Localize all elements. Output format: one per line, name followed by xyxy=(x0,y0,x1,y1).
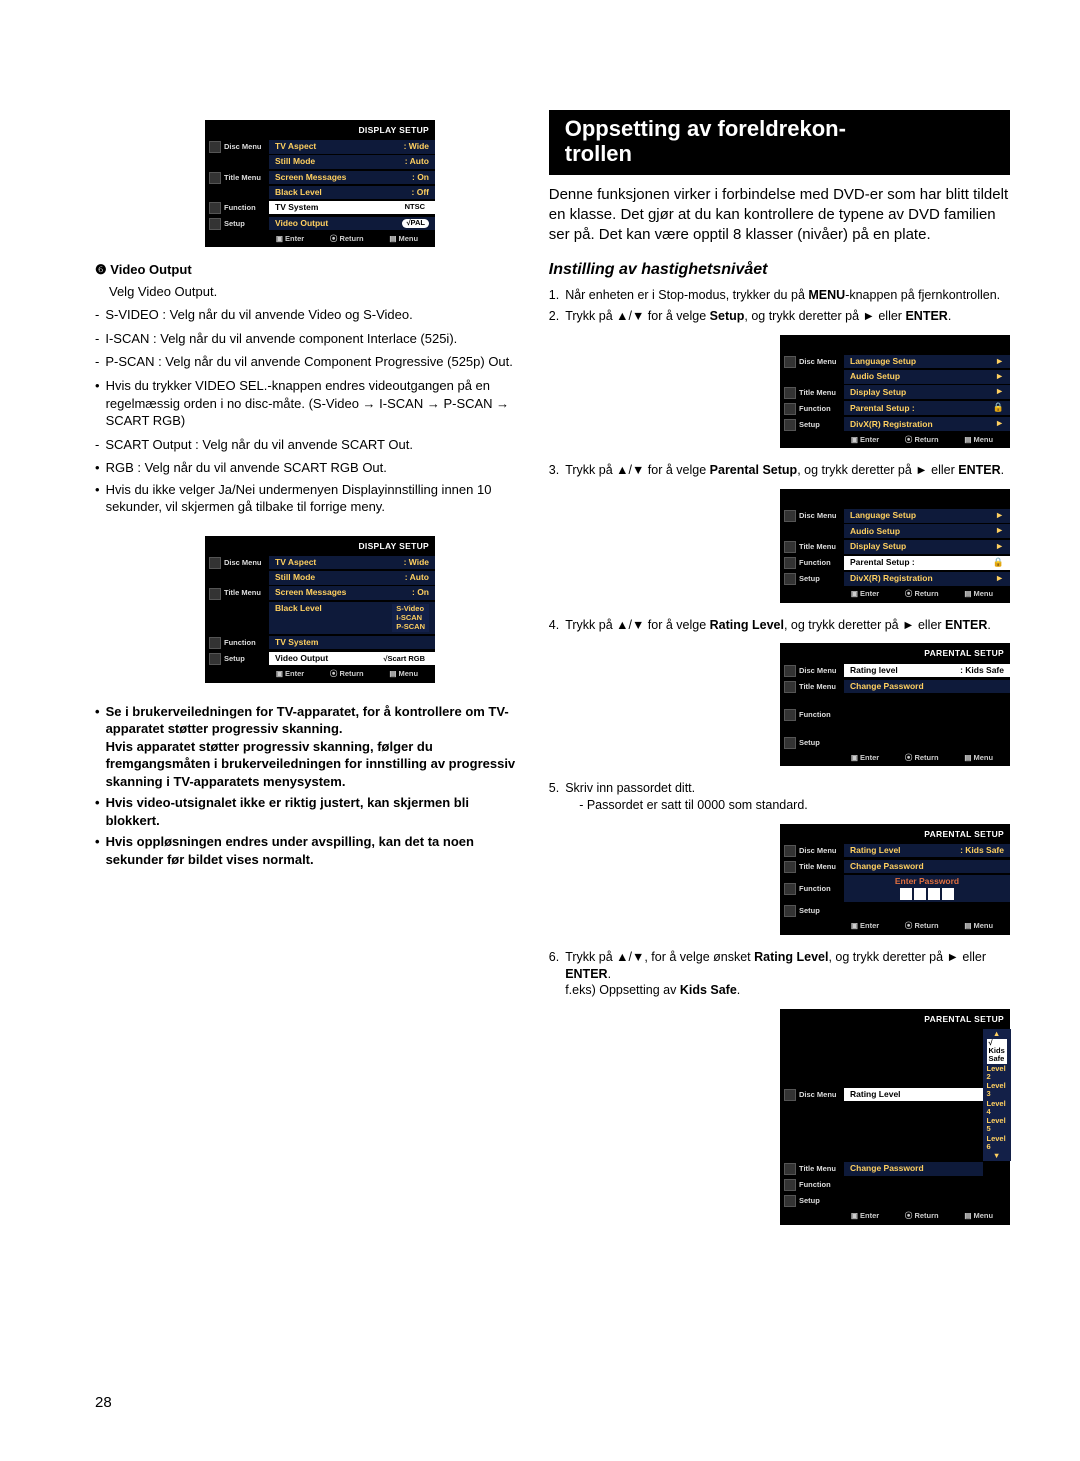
page-number: 28 xyxy=(95,1393,112,1413)
item-rgb: •RGB : Velg når du vil anvende SCART RGB… xyxy=(95,459,521,477)
note-2: •Hvis video-utsignalet ikke er riktig ju… xyxy=(95,794,521,829)
intro-paragraph: Denne funksjonen virker i forbindelse me… xyxy=(549,185,1010,246)
osd-title: DISPLAY SETUP xyxy=(205,124,435,139)
item-pscan: -P-SCAN : Velg når du vil anvende Compon… xyxy=(95,353,521,371)
subsection-title: Instilling av hastighetsnivået xyxy=(549,259,1010,281)
item-video-sel: •Hvis du trykker VIDEO SEL.-knappen endr… xyxy=(95,377,521,430)
circled-six-icon: ❻ xyxy=(95,261,107,279)
osd-rating-levels: PARENTAL SETUP Disc Menu Rating Level ▲ … xyxy=(780,1009,1010,1224)
section-title: Oppsetting av foreldrekon-trollen xyxy=(549,110,1010,175)
item-timeout: •Hvis du ikke velger Ja/Nei undermenyen … xyxy=(95,481,521,516)
osd-parental-setup: PARENTAL SETUP Disc MenuRating level: Ki… xyxy=(780,643,1010,766)
step-2: 2. Trykk på ▲/▼ for å velge Setup, og tr… xyxy=(549,308,1010,325)
lock-icon: 🔒 xyxy=(993,558,1004,568)
step-6: 6. Trykk på ▲/▼, for å velge ønsket Rati… xyxy=(549,949,1010,1000)
osd-title: DISPLAY SETUP xyxy=(205,540,435,555)
osd-display-setup-1: DISPLAY SETUP Disc MenuTV Aspect: Wide S… xyxy=(205,120,435,247)
video-output-heading: ❻ Video Output xyxy=(95,261,521,279)
osd-setup-menu-parental-hl: Disc MenuLanguage Setup► Audio Setup► Ti… xyxy=(780,489,1010,602)
item-svideo: -S-VIDEO : Velg når du vil anvende Video… xyxy=(95,306,521,324)
step-5: 5. Skriv inn passordet ditt. - Passordet… xyxy=(549,780,1010,814)
left-column: DISPLAY SETUP Disc MenuTV Aspect: Wide S… xyxy=(95,110,521,1239)
osd-display-setup-2: DISPLAY SETUP Disc MenuTV Aspect: Wide S… xyxy=(205,536,435,683)
right-column: Oppsetting av foreldrekon-trollen Denne … xyxy=(549,110,1010,1239)
video-output-sub: Velg Video Output. xyxy=(109,283,521,301)
step-4: 4. Trykk på ▲/▼ for å velge Rating Level… xyxy=(549,617,1010,634)
note-1: •Se i brukerveiledningen for TV-apparate… xyxy=(95,703,521,791)
osd-enter-password: PARENTAL SETUP Disc MenuRating Level: Ki… xyxy=(780,824,1010,935)
item-iscan: -I-SCAN : Velg når du vil anvende compon… xyxy=(95,330,521,348)
step-1: 1. Når enheten er i Stop-modus, trykker … xyxy=(549,287,1010,304)
step-3: 3. Trykk på ▲/▼ for å velge Parental Set… xyxy=(549,462,1010,479)
note-3: •Hvis oppløsningen endres under avspilli… xyxy=(95,833,521,868)
lock-icon: 🔒 xyxy=(993,403,1004,413)
item-scart: -SCART Output : Velg når du vil anvende … xyxy=(95,436,521,454)
osd-setup-menu: Disc MenuLanguage Setup► Audio Setup► Ti… xyxy=(780,335,1010,448)
